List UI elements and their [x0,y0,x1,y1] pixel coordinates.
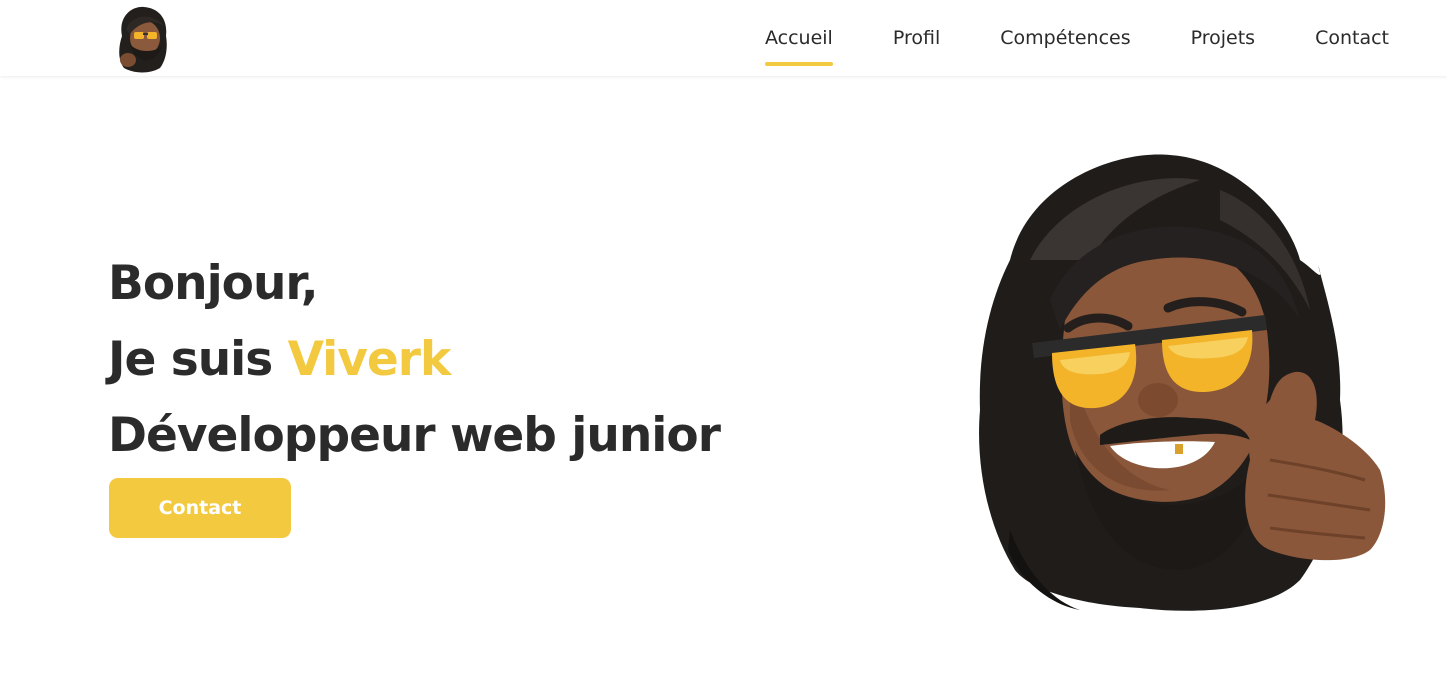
hero-role: Développeur web junior [108,408,721,463]
hero-intro: Je suis Viverk [108,322,720,398]
contact-button[interactable]: Contact [109,478,291,538]
main-nav: Accueil Profil Compétences Projets Conta… [764,0,1389,76]
memoji-avatar-icon[interactable] [110,4,174,74]
hero-heading: Bonjour, Je suis Viverk Développeur web … [108,246,721,474]
site-header: Accueil Profil Compétences Projets Conta… [0,0,1447,76]
nav-item-competences[interactable]: Compétences [1000,21,1130,55]
nav-item-profil[interactable]: Profil [893,21,940,55]
hero-name: Viverk [287,332,452,387]
nav-item-contact[interactable]: Contact [1315,21,1389,55]
memoji-thumbs-up-icon [979,154,1386,611]
hero-intro-prefix: Je suis [108,332,288,387]
hero-greeting: Bonjour, [108,256,319,311]
nav-item-accueil[interactable]: Accueil [764,21,833,66]
nav-item-projets[interactable]: Projets [1191,21,1255,55]
